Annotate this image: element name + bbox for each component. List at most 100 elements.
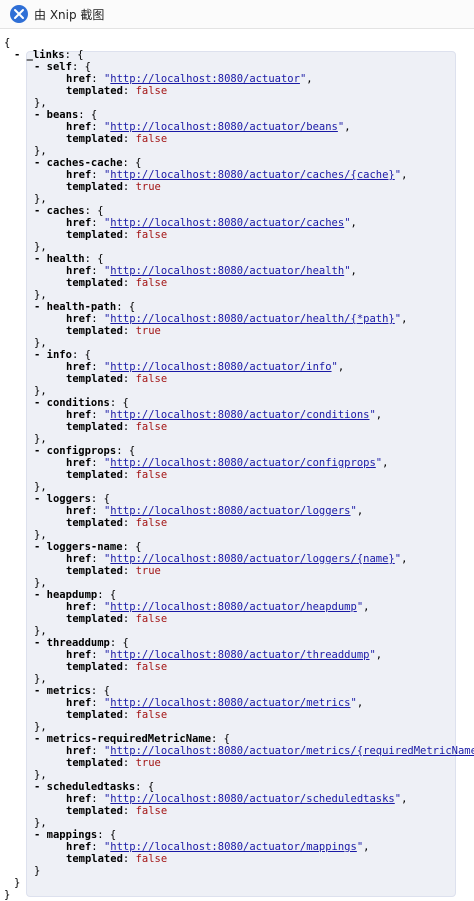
- templated-value: false: [135, 133, 168, 145]
- href-link[interactable]: http://localhost:8080/actuator/info: [110, 361, 331, 373]
- collapse-toggle[interactable]: -: [34, 541, 40, 553]
- templated-key: templated: [66, 325, 123, 337]
- templated-key: templated: [66, 565, 123, 577]
- entry-close: },: [34, 433, 47, 445]
- templated-key: templated: [66, 517, 123, 529]
- href-link[interactable]: http://localhost:8080/actuator/mappings: [110, 841, 357, 853]
- templated-row: templated: false: [66, 853, 168, 865]
- collapse-toggle[interactable]: -: [34, 637, 40, 649]
- entry-header: - health: {: [34, 253, 104, 265]
- collapse-toggle[interactable]: -: [34, 205, 40, 217]
- collapse-toggle[interactable]: -: [34, 349, 40, 361]
- href-key: href: [66, 745, 92, 757]
- entry-key: health-path: [46, 301, 117, 313]
- href-link[interactable]: http://localhost:8080/actuator/configpro…: [110, 457, 376, 469]
- href-row: href: "http://localhost:8080/actuator/co…: [66, 409, 383, 421]
- href-link[interactable]: http://localhost:8080/actuator: [110, 73, 300, 85]
- href-link[interactable]: http://localhost:8080/actuator/caches/{c…: [110, 169, 394, 181]
- collapse-toggle[interactable]: -: [34, 109, 40, 121]
- href-link[interactable]: http://localhost:8080/actuator/caches: [110, 217, 344, 229]
- templated-row: templated: true: [66, 565, 161, 577]
- templated-value: false: [135, 805, 168, 817]
- href-value: "http://localhost:8080/actuator/loggers": [103, 505, 357, 517]
- entry-key: heapdump: [46, 589, 98, 601]
- links-key: _links: [26, 49, 65, 61]
- templated-key: templated: [66, 805, 123, 817]
- entry-header: - heapdump: {: [34, 589, 117, 601]
- templated-value: false: [135, 229, 168, 241]
- templated-row: templated: true: [66, 181, 161, 193]
- href-row: href: "http://localhost:8080/actuator",: [66, 73, 313, 85]
- collapse-toggle[interactable]: -: [14, 49, 20, 61]
- href-link[interactable]: http://localhost:8080/actuator/threaddum…: [110, 649, 369, 661]
- entry-header: - mappings: {: [34, 829, 117, 841]
- href-link[interactable]: http://localhost:8080/actuator/metrics: [110, 697, 350, 709]
- href-row: href: "http://localhost:8080/actuator/ma…: [66, 841, 370, 853]
- href-row: href: "http://localhost:8080/actuator/he…: [66, 265, 357, 277]
- href-link[interactable]: http://localhost:8080/actuator/beans: [110, 121, 338, 133]
- href-value: "http://localhost:8080/actuator/threaddu…: [103, 649, 376, 661]
- entry-key: info: [46, 349, 72, 361]
- entry-header: - configprops: {: [34, 445, 136, 457]
- templated-row: templated: false: [66, 517, 168, 529]
- collapse-toggle[interactable]: -: [34, 493, 40, 505]
- collapse-toggle[interactable]: -: [34, 829, 40, 841]
- root-open-brace: {: [4, 37, 11, 49]
- entry-close: },: [34, 721, 47, 733]
- href-value: "http://localhost:8080/actuator/metrics/…: [104, 745, 474, 757]
- href-key: href: [66, 601, 92, 613]
- templated-row: templated: false: [66, 661, 168, 673]
- href-link[interactable]: http://localhost:8080/actuator/scheduled…: [110, 793, 394, 805]
- href-key: href: [66, 409, 92, 421]
- href-link[interactable]: http://localhost:8080/actuator/heapdump: [110, 601, 357, 613]
- entry-close: },: [34, 145, 47, 157]
- entry-key: metrics: [46, 685, 91, 697]
- entry-key: loggers-name: [46, 541, 123, 553]
- entry-close: },: [34, 625, 47, 637]
- href-key: href: [66, 73, 92, 85]
- href-row: href: "http://localhost:8080/actuator/he…: [66, 601, 370, 613]
- href-value: "http://localhost:8080/actuator/health/{…: [103, 313, 402, 325]
- collapse-toggle[interactable]: -: [34, 733, 40, 745]
- collapse-toggle[interactable]: -: [34, 685, 40, 697]
- href-key: href: [66, 841, 92, 853]
- collapse-toggle[interactable]: -: [34, 589, 40, 601]
- collapse-toggle[interactable]: -: [34, 61, 40, 73]
- collapse-toggle[interactable]: -: [34, 445, 40, 457]
- href-value: "http://localhost:8080/actuator/configpr…: [103, 457, 383, 469]
- href-link[interactable]: http://localhost:8080/actuator/health: [110, 265, 344, 277]
- entry-key: caches-cache: [46, 157, 123, 169]
- templated-key: templated: [66, 661, 123, 673]
- href-value: "http://localhost:8080/actuator/schedule…: [103, 793, 402, 805]
- templated-key: templated: [66, 613, 123, 625]
- collapse-toggle[interactable]: -: [34, 397, 40, 409]
- templated-key: templated: [66, 469, 123, 481]
- entry-close: },: [34, 289, 47, 301]
- href-key: href: [66, 217, 92, 229]
- href-link[interactable]: http://localhost:8080/actuator/health/{*…: [110, 313, 394, 325]
- templated-value: false: [135, 469, 168, 481]
- href-link[interactable]: http://localhost:8080/actuator/loggers/{…: [110, 553, 394, 565]
- entry-key: conditions: [46, 397, 110, 409]
- collapse-toggle[interactable]: -: [34, 253, 40, 265]
- templated-key: templated: [66, 133, 123, 145]
- collapse-toggle[interactable]: -: [34, 301, 40, 313]
- href-key: href: [66, 361, 92, 373]
- href-link[interactable]: http://localhost:8080/actuator/loggers: [110, 505, 350, 517]
- templated-row: templated: false: [66, 613, 168, 625]
- href-row: href: "http://localhost:8080/actuator/he…: [66, 313, 408, 325]
- collapse-toggle[interactable]: -: [34, 157, 40, 169]
- href-link[interactable]: http://localhost:8080/actuator/metrics/{…: [110, 745, 474, 757]
- collapse-toggle[interactable]: -: [34, 781, 40, 793]
- entry-header: - scheduledtasks: {: [34, 781, 155, 793]
- entry-header: - metrics-requiredMetricName: {: [34, 733, 230, 745]
- entry-header: - health-path: {: [34, 301, 136, 313]
- xnip-logo-icon: [10, 5, 28, 23]
- templated-key: templated: [66, 85, 123, 97]
- entry-close: },: [34, 673, 47, 685]
- href-link[interactable]: http://localhost:8080/actuator/condition…: [110, 409, 369, 421]
- templated-row: templated: false: [66, 85, 168, 97]
- href-value: "http://localhost:8080/actuator/conditio…: [103, 409, 376, 421]
- root-close-brace: }: [4, 889, 11, 901]
- href-row: href: "http://localhost:8080/actuator/in…: [66, 361, 345, 373]
